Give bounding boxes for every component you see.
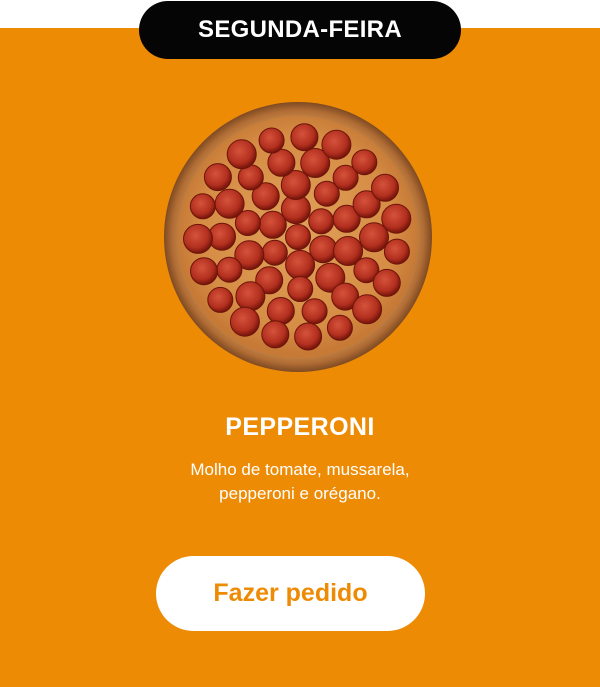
pepperoni-slice (216, 256, 243, 283)
pepperoni-slice (261, 239, 288, 266)
pepperoni-slice (190, 257, 218, 286)
pepperoni-slice (372, 268, 401, 297)
pepperoni-slice (383, 238, 410, 265)
pepperoni-slice (266, 297, 295, 325)
pepperoni-slice (261, 320, 290, 349)
pepperoni-slice (235, 281, 266, 312)
pepperoni-slice (203, 163, 232, 192)
day-badge: SEGUNDA-FEIRA (139, 1, 461, 59)
pepperoni-slice (207, 286, 234, 313)
order-button[interactable]: Fazer pedido (156, 556, 425, 631)
order-button-label: Fazer pedido (213, 579, 368, 607)
pepperoni-slice (285, 249, 316, 280)
pizza-title: PEPPERONI (225, 413, 375, 441)
pepperoni-slice (287, 276, 314, 302)
description-line-1: Molho de tomate, mussarela, (190, 460, 410, 479)
pepperoni-slice (290, 123, 319, 152)
pepperoni-slice (183, 223, 213, 254)
pizza-description: Molho de tomate, mussarela, pepperoni e … (150, 458, 450, 506)
pepperoni-slice (189, 193, 216, 220)
day-label: SEGUNDA-FEIRA (198, 16, 402, 43)
pepperoni-slice (214, 188, 245, 219)
pepperoni-slice (309, 235, 338, 264)
pepperoni-slice (229, 306, 260, 337)
pepperoni-slice (371, 173, 399, 202)
pizza-image (164, 102, 432, 372)
pepperoni-slice (351, 149, 378, 176)
pepperoni-slice (285, 224, 311, 250)
pepperoni-slice (352, 294, 383, 325)
pepperoni-slice (321, 129, 352, 160)
pepperoni-slice (381, 203, 412, 234)
pepperoni-slice (301, 298, 328, 325)
pepperoni-slice (258, 210, 287, 239)
pepperoni-slice (258, 127, 285, 154)
pepperoni-slice (226, 139, 257, 170)
pepperoni-slice (294, 322, 323, 351)
description-line-2: pepperoni e orégano. (219, 484, 381, 503)
pepperoni-slice (326, 314, 353, 341)
pepperoni-slice (308, 208, 335, 235)
